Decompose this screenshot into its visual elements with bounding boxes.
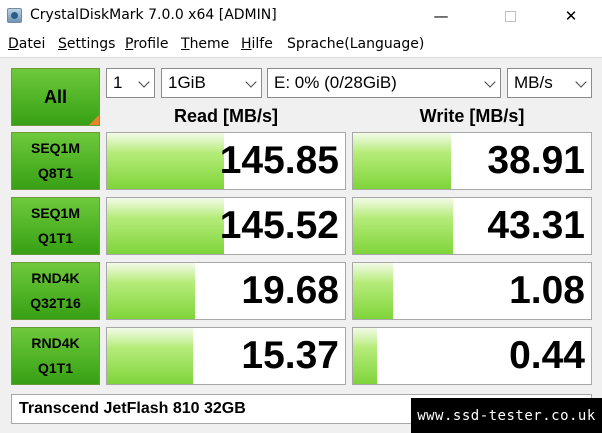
test-button-rnd4k-q1t1[interactable]: RND4K Q1T1 — [11, 327, 100, 385]
app-disk-icon — [7, 8, 22, 23]
read-bar — [107, 133, 224, 189]
chevron-down-icon — [245, 76, 257, 88]
chevron-down-icon — [484, 76, 496, 88]
menu-datei[interactable]: Datei — [8, 36, 45, 52]
menu-settings[interactable]: Settings — [58, 36, 115, 52]
write-bar — [353, 328, 377, 384]
write-result-rnd4k-q32t16: 1.08 — [352, 262, 592, 320]
write-bar — [353, 133, 451, 189]
read-result-seq1m-q1t1: 145.52 — [106, 197, 346, 255]
minimize-button[interactable]: — — [418, 0, 464, 32]
read-result-rnd4k-q1t1: 15.37 — [106, 327, 346, 385]
test-button-rnd4k-q32t16[interactable]: RND4K Q32T16 — [11, 262, 100, 320]
maximize-icon — [504, 10, 516, 22]
corner-indicator — [89, 115, 99, 125]
write-result-seq1m-q1t1: 43.31 — [352, 197, 592, 255]
write-header: Write [MB/s] — [419, 106, 525, 126]
menu-profile[interactable]: Profile — [125, 36, 169, 52]
read-bar — [107, 198, 224, 254]
write-result-seq1m-q8t1: 38.91 — [352, 132, 592, 190]
close-icon: ✕ — [564, 7, 578, 25]
watermark-banner: www.ssd-tester.co.uk — [411, 398, 602, 433]
title-bar: CrystalDiskMark 7.0.0 x64 [ADMIN] — ✕ — [0, 0, 602, 32]
write-result-rnd4k-q1t1: 0.44 — [352, 327, 592, 385]
drive-select[interactable]: E: 0% (0/28GiB) — [267, 68, 501, 98]
read-bar — [107, 328, 193, 384]
minimize-icon: — — [433, 7, 449, 25]
menu-theme[interactable]: Theme — [181, 36, 229, 52]
test-button-seq1m-q1t1[interactable]: SEQ1M Q1T1 — [11, 197, 100, 255]
unit-select[interactable]: MB/s — [507, 68, 592, 98]
chevron-down-icon — [575, 76, 587, 88]
read-result-rnd4k-q32t16: 19.68 — [106, 262, 346, 320]
menu-sprache[interactable]: Sprache(Language) — [287, 36, 424, 52]
menu-hilfe[interactable]: Hilfe — [241, 36, 273, 52]
test-size-select[interactable]: 1GiB — [161, 68, 262, 98]
maximize-button[interactable] — [487, 0, 533, 32]
chevron-down-icon — [138, 76, 150, 88]
read-result-seq1m-q8t1: 145.85 — [106, 132, 346, 190]
test-count-select[interactable]: 1 — [106, 68, 155, 98]
read-header: Read [MB/s] — [173, 106, 278, 126]
write-bar — [353, 263, 394, 319]
read-bar — [107, 263, 196, 319]
menu-bar: Datei Settings Profile Theme Hilfe Sprac… — [0, 33, 602, 57]
write-bar — [353, 198, 453, 254]
close-button[interactable]: ✕ — [548, 0, 594, 32]
all-button[interactable]: All — [11, 68, 100, 126]
window-title: CrystalDiskMark 7.0.0 x64 [ADMIN] — [30, 7, 277, 23]
test-button-seq1m-q8t1[interactable]: SEQ1M Q8T1 — [11, 132, 100, 190]
